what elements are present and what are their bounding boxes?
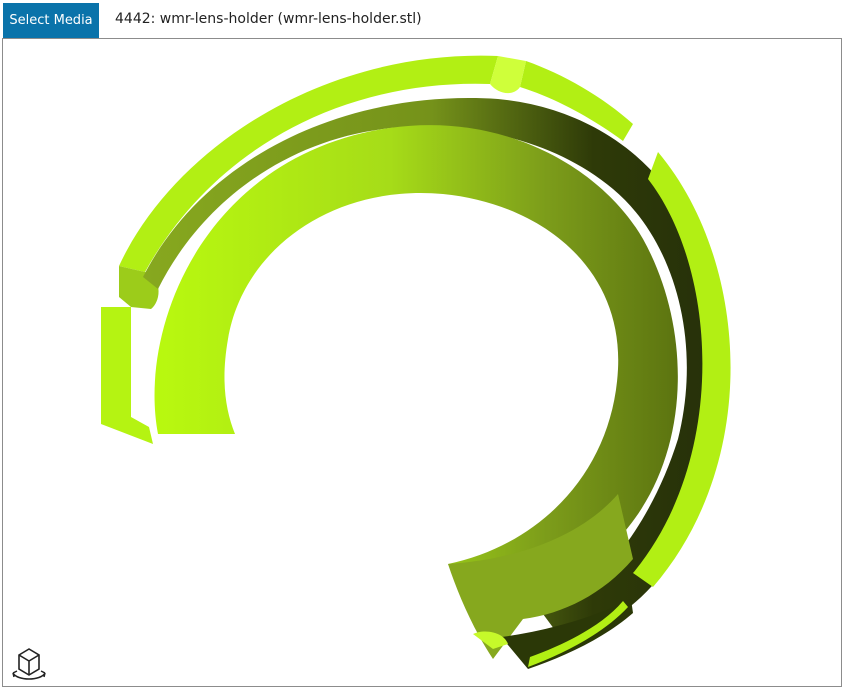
view-cube-rotate-icon[interactable] xyxy=(9,643,49,683)
file-title: 4442: wmr-lens-holder (wmr-lens-holder.s… xyxy=(115,11,422,27)
select-media-button[interactable]: Select Media xyxy=(3,3,99,38)
lens-holder-left-bracket xyxy=(101,307,153,444)
toolbar: Select Media 4442: wmr-lens-holder (wmr-… xyxy=(0,0,844,38)
model-canvas[interactable] xyxy=(3,39,841,686)
stl-viewer[interactable] xyxy=(2,38,842,687)
